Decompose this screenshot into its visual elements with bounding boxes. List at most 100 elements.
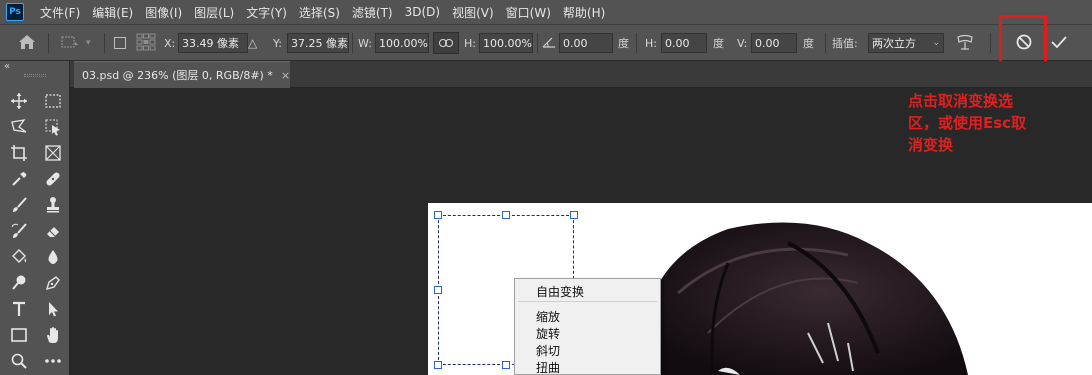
panel-grip[interactable] bbox=[24, 74, 46, 77]
menu-item-skew[interactable]: 斜切 bbox=[536, 342, 560, 359]
link-icon bbox=[439, 36, 453, 50]
menu-select[interactable]: 选择(S) bbox=[293, 4, 346, 21]
transform-handle-top-right[interactable] bbox=[570, 211, 578, 219]
transform-handle-top[interactable] bbox=[502, 211, 510, 219]
interpolation-value: 两次立方 bbox=[872, 37, 916, 50]
w-label: W: bbox=[358, 36, 372, 50]
context-menu: 自由变换 缩放 旋转 斜切 扭曲 bbox=[514, 278, 661, 375]
zoom-tool-icon[interactable] bbox=[6, 350, 32, 372]
transform-handle-bottom[interactable] bbox=[502, 361, 510, 369]
w-input[interactable]: 100.00% bbox=[375, 33, 429, 53]
frame-tool-icon[interactable] bbox=[40, 142, 66, 164]
menu-item-scale[interactable]: 缩放 bbox=[536, 308, 560, 325]
history-brush-tool-icon[interactable] bbox=[6, 220, 32, 242]
check-icon bbox=[1050, 34, 1068, 53]
relative-position-button[interactable]: △ bbox=[248, 25, 257, 61]
vskew-label: V: bbox=[737, 36, 748, 50]
menu-divider bbox=[518, 301, 657, 302]
document-tab-bar: 03.psd @ 236% (图层 0, RGB/8#) * × bbox=[70, 61, 1092, 88]
paint-bucket-tool-icon[interactable] bbox=[6, 246, 32, 268]
annotation-text: 点击取消变换选 区，或使用Esc取 消变换 bbox=[908, 90, 1084, 156]
document-tab[interactable]: 03.psd @ 236% (图层 0, RGB/8#) * × bbox=[74, 61, 290, 88]
eyedropper-tool-icon[interactable] bbox=[6, 168, 32, 190]
close-icon[interactable]: × bbox=[281, 69, 290, 82]
hskew-label: H: bbox=[645, 36, 657, 50]
eraser-tool-icon[interactable] bbox=[40, 220, 66, 242]
menu-3d[interactable]: 3D(D) bbox=[399, 5, 446, 19]
interpolation-label: 插值: bbox=[832, 37, 858, 50]
checkbox-icon bbox=[114, 37, 126, 49]
menu-bar: Ps 文件(F) 编辑(E) 图像(I) 图层(L) 文字(Y) 选择(S) 滤… bbox=[0, 0, 1092, 24]
chevron-down-icon: ⌄ bbox=[932, 38, 940, 48]
transform-handle-top-left[interactable] bbox=[434, 211, 442, 219]
menu-view[interactable]: 视图(V) bbox=[446, 4, 500, 21]
rotate-label bbox=[542, 25, 556, 61]
warp-icon bbox=[956, 33, 974, 54]
brush-tool-icon[interactable] bbox=[6, 194, 32, 216]
marquee-tool-icon[interactable] bbox=[40, 90, 66, 112]
options-bar: ▾ X: 33.49 像素 △ Y: 37.25 像素 W: 100.00% H… bbox=[0, 24, 1092, 61]
commit-transform-button[interactable] bbox=[1050, 25, 1068, 61]
document-tab-title: 03.psd @ 236% (图层 0, RGB/8#) * bbox=[82, 69, 273, 82]
menu-item-free-transform[interactable]: 自由变换 bbox=[536, 283, 584, 300]
menu-help[interactable]: 帮助(H) bbox=[557, 4, 611, 21]
rectangle-tool-icon[interactable] bbox=[6, 324, 32, 346]
healing-brush-tool-icon[interactable] bbox=[40, 168, 66, 190]
dodge-tool-icon[interactable] bbox=[6, 272, 32, 294]
clone-stamp-tool-icon[interactable] bbox=[40, 194, 66, 216]
y-input[interactable]: 37.25 像素 bbox=[287, 33, 349, 53]
reference-point-checkbox[interactable] bbox=[114, 25, 126, 61]
path-selection-tool-icon[interactable] bbox=[40, 298, 66, 320]
hskew-input[interactable]: 0.00 bbox=[661, 33, 707, 53]
more-tools-icon[interactable] bbox=[40, 350, 66, 372]
pen-tool-icon[interactable] bbox=[40, 272, 66, 294]
menu-layer[interactable]: 图层(L) bbox=[188, 4, 240, 21]
reference-point-toggle[interactable]: ▾ bbox=[60, 25, 91, 61]
vskew-unit: 度 bbox=[803, 37, 814, 50]
reference-point-grid[interactable] bbox=[136, 25, 156, 61]
angle-icon bbox=[542, 36, 556, 51]
lasso-tool-icon[interactable] bbox=[6, 116, 32, 138]
menu-item-rotate[interactable]: 旋转 bbox=[536, 325, 560, 342]
chevron-down-icon: ▾ bbox=[86, 38, 91, 48]
menu-filter[interactable]: 滤镜(T) bbox=[346, 4, 399, 21]
menu-item-distort[interactable]: 扭曲 bbox=[536, 359, 560, 375]
x-input[interactable]: 33.49 像素 bbox=[178, 33, 248, 53]
menu-window[interactable]: 窗口(W) bbox=[500, 4, 557, 21]
hskew-unit: 度 bbox=[713, 37, 724, 50]
transform-handle-left[interactable] bbox=[434, 286, 442, 294]
link-button[interactable] bbox=[433, 32, 459, 54]
h-label: H: bbox=[464, 36, 476, 50]
blur-tool-icon[interactable] bbox=[40, 246, 66, 268]
menu-file[interactable]: 文件(F) bbox=[34, 4, 86, 21]
menu-type[interactable]: 文字(Y) bbox=[240, 4, 293, 21]
annotation-line: 消变换 bbox=[908, 136, 954, 154]
h-input[interactable]: 100.00% bbox=[479, 33, 533, 53]
warp-toggle-button[interactable] bbox=[956, 25, 974, 61]
vskew-input[interactable]: 0.00 bbox=[751, 33, 797, 53]
cancel-highlight-box bbox=[999, 15, 1047, 65]
ps-logo: Ps bbox=[6, 3, 24, 21]
home-button[interactable] bbox=[18, 25, 36, 61]
hand-tool-icon[interactable] bbox=[40, 324, 66, 346]
rotate-input[interactable]: 0.00 bbox=[559, 33, 613, 53]
collapse-panel-icon[interactable]: « bbox=[4, 61, 10, 72]
transform-handle-bottom-left[interactable] bbox=[434, 361, 442, 369]
menu-edit[interactable]: 编辑(E) bbox=[86, 4, 139, 21]
type-tool-icon[interactable] bbox=[6, 298, 32, 320]
tool-panel: « bbox=[0, 61, 70, 375]
menu-image[interactable]: 图像(I) bbox=[139, 4, 188, 21]
reference-grid-icon bbox=[136, 33, 156, 54]
object-selection-tool-icon[interactable] bbox=[40, 116, 66, 138]
transform-icon bbox=[60, 34, 80, 53]
triangle-icon: △ bbox=[248, 36, 258, 50]
move-tool-icon[interactable] bbox=[6, 90, 32, 112]
crop-tool-icon[interactable] bbox=[6, 142, 32, 164]
y-label: Y: bbox=[273, 36, 282, 50]
home-icon bbox=[18, 34, 36, 53]
annotation-line: 点击取消变换选 bbox=[908, 92, 1014, 110]
annotation-line: 区，或使用Esc取 bbox=[908, 114, 1027, 132]
x-label: X: bbox=[164, 36, 176, 50]
rotate-unit: 度 bbox=[618, 37, 629, 50]
interpolation-select[interactable]: 两次立方 ⌄ bbox=[868, 33, 944, 53]
